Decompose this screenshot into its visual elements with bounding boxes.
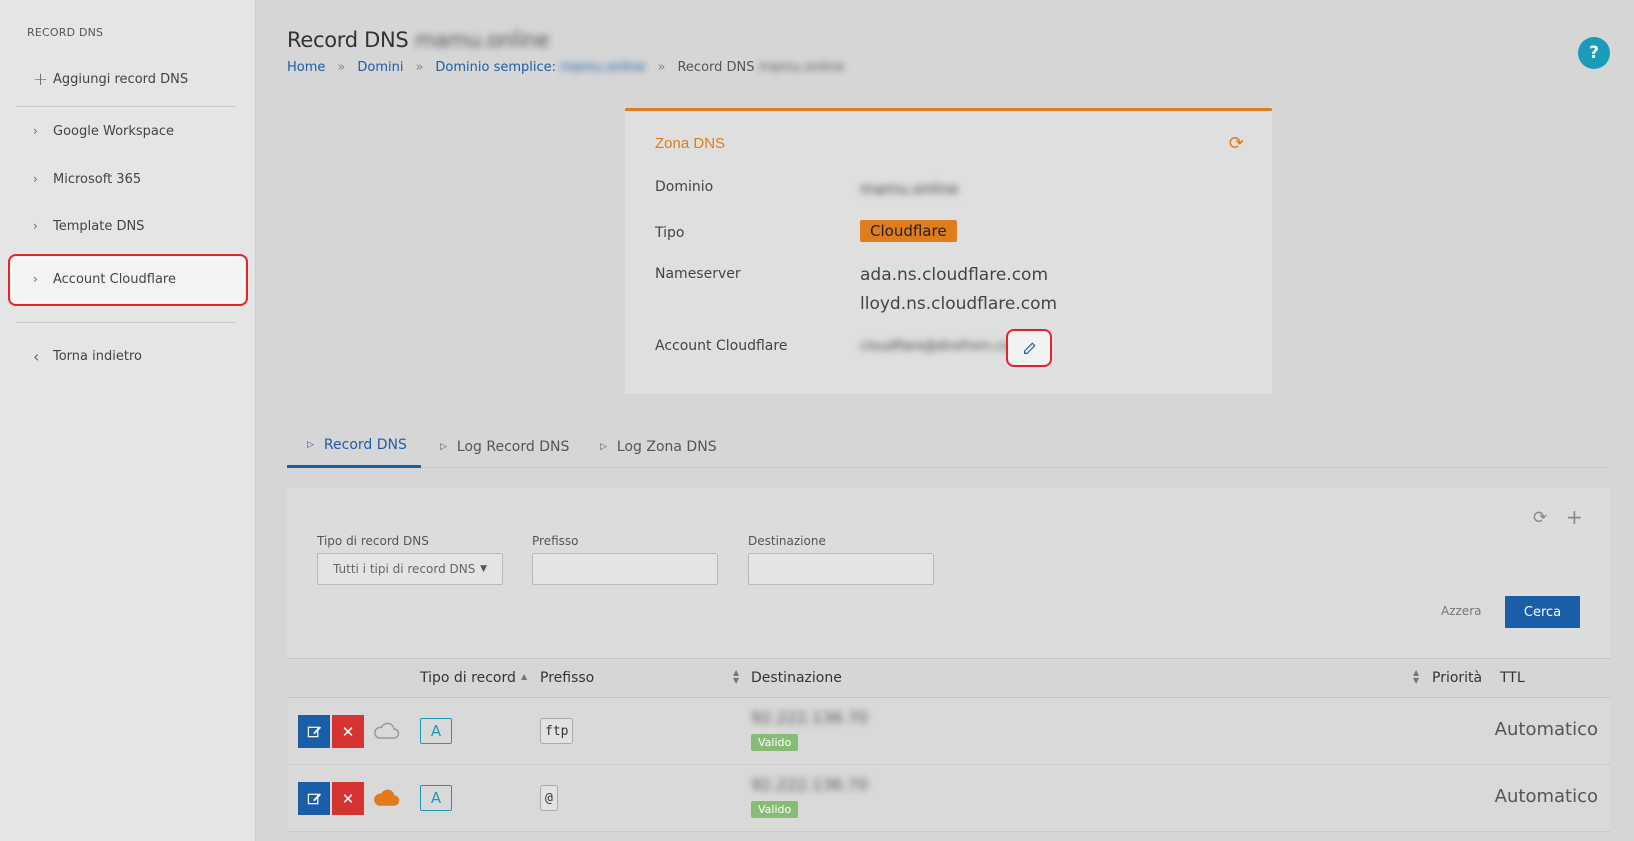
triangle-right-icon: ▷	[440, 441, 447, 452]
sidebar-item-back[interactable]: ‹ Torna indietro	[16, 333, 236, 379]
breadcrumb-current: Record DNS mamu.online	[677, 60, 844, 75]
sidebar-item-add-record[interactable]: + Aggiungi record DNS	[16, 56, 236, 102]
zone-account-label: Account Cloudflare	[655, 338, 788, 354]
edit-icon	[307, 793, 321, 805]
record-prefix: @	[540, 785, 558, 811]
table-row: ✕ A ftp 92.222.136.70 Valido Automatico	[287, 698, 1610, 765]
sidebar: RECORD DNS + Aggiungi record DNS › Googl…	[0, 0, 256, 841]
chevron-right-icon: ›	[33, 172, 38, 186]
chevron-right-icon: ›	[33, 272, 38, 286]
edit-record-button[interactable]	[298, 782, 330, 815]
sidebar-divider	[16, 322, 236, 323]
sidebar-item-template-dns[interactable]: › Template DNS	[16, 203, 236, 249]
nameserver-1: ada.ns.cloudflare.com	[860, 265, 1049, 285]
chevron-right-icon: ›	[33, 219, 38, 233]
refresh-icon[interactable]: ⟳	[1533, 508, 1547, 528]
triangle-right-icon: ▷	[307, 440, 314, 450]
refresh-icon[interactable]: ⟳	[1229, 133, 1244, 154]
record-prefix: ftp	[540, 718, 574, 744]
search-button[interactable]: Cerca	[1505, 596, 1580, 628]
record-type-filter-label: Tipo di record DNS	[317, 534, 429, 548]
edit-account-button[interactable]	[1006, 329, 1052, 367]
pencil-icon	[1023, 341, 1036, 354]
caret-down-icon: ▼	[480, 564, 487, 574]
zone-type-badge: Cloudflare	[860, 220, 957, 242]
records-table: Tipo di record ▲ Prefisso ▲ ▼ Destinazion…	[287, 658, 1610, 832]
breadcrumb: Home » Domini » Dominio semplice: mamu.o…	[287, 60, 844, 75]
record-ttl: Automatico	[1494, 786, 1598, 807]
sidebar-heading: RECORD DNS	[27, 26, 104, 39]
triangle-right-icon: ▷	[600, 441, 607, 452]
tabs: ▷ Record DNS ▷ Log Record DNS ▷ Log Zona…	[287, 425, 1610, 468]
sidebar-item-label: Template DNS	[53, 218, 145, 234]
record-destination: 92.222.136.70	[751, 708, 869, 727]
tab-log-record-dns[interactable]: ▷ Log Record DNS	[440, 425, 569, 468]
edit-icon	[307, 726, 321, 738]
tab-log-zona-dns[interactable]: ▷ Log Zona DNS	[600, 425, 717, 468]
destination-filter-label: Destinazione	[748, 534, 826, 548]
sidebar-divider	[16, 106, 236, 107]
record-type-badge: A	[420, 785, 452, 811]
filter-panel: ⟳ + Tipo di record DNS Tutti i tipi di r…	[287, 488, 1610, 658]
sidebar-item-label: Aggiungi record DNS	[53, 71, 189, 87]
column-header-type[interactable]: Tipo di record	[420, 670, 516, 686]
status-badge: Valido	[751, 801, 799, 818]
breadcrumb-domains[interactable]: Domini	[357, 60, 403, 75]
table-row: ✕ A @ 92.222.136.70 Valido Automatico	[287, 765, 1610, 832]
zone-nameserver-label: Nameserver	[655, 266, 741, 282]
table-header: Tipo di record ▲ Prefisso ▲ ▼ Destinazion…	[287, 658, 1610, 698]
close-icon: ✕	[341, 722, 355, 741]
record-type-badge: A	[420, 718, 452, 744]
column-header-ttl[interactable]: TTL	[1500, 670, 1525, 686]
breadcrumb-simple-domain[interactable]: Dominio semplice: mamu.online	[435, 60, 645, 75]
edit-record-button[interactable]	[298, 715, 330, 748]
record-ttl: Automatico	[1494, 719, 1598, 740]
sidebar-item-label: Google Workspace	[53, 123, 175, 139]
column-header-prefix[interactable]: Prefisso	[540, 670, 594, 686]
status-badge: Valido	[751, 734, 799, 751]
zone-account-value: cloudflare@dnsfrom.com	[860, 339, 1023, 354]
zone-domain-label: Dominio	[655, 179, 714, 195]
sort-asc-icon[interactable]: ▲	[521, 673, 527, 681]
prefix-filter-label: Prefisso	[532, 534, 579, 548]
sidebar-item-google-workspace[interactable]: › Google Workspace	[16, 108, 236, 154]
zone-domain-value: mamu.online	[860, 180, 959, 198]
zone-type-label: Tipo	[655, 225, 685, 241]
prefix-input[interactable]	[532, 553, 718, 585]
tab-record-dns[interactable]: ▷ Record DNS	[287, 425, 421, 468]
dns-zone-card: Zona DNS ⟳ Dominio mamu.online Tipo Clou…	[625, 108, 1272, 394]
chevron-left-icon: ‹	[33, 346, 40, 366]
sidebar-item-microsoft-365[interactable]: › Microsoft 365	[16, 156, 236, 202]
reset-button[interactable]: Azzera	[1441, 604, 1481, 618]
zone-title: Zona DNS	[655, 135, 726, 152]
sidebar-item-label: Microsoft 365	[53, 171, 142, 187]
plus-icon: +	[33, 68, 49, 90]
add-record-icon[interactable]: +	[1566, 505, 1583, 529]
chevron-right-icon: ›	[33, 124, 38, 138]
delete-record-button[interactable]: ✕	[332, 715, 364, 748]
record-type-select[interactable]: Tutti i tipi di record DNS ▼	[317, 553, 503, 585]
sidebar-item-label: Account Cloudflare	[53, 271, 176, 287]
record-destination: 92.222.136.70	[751, 775, 869, 794]
question-icon: ?	[1589, 43, 1599, 63]
sidebar-item-label: Torna indietro	[53, 348, 142, 364]
delete-record-button[interactable]: ✕	[332, 782, 364, 815]
destination-input[interactable]	[748, 553, 934, 585]
close-icon: ✕	[341, 789, 355, 808]
sort-icon[interactable]: ▲ ▼	[733, 669, 739, 685]
help-button[interactable]: ?	[1578, 37, 1610, 69]
sort-icon[interactable]: ▲ ▼	[1413, 669, 1419, 685]
sidebar-item-account-cloudflare[interactable]: › Account Cloudflare	[16, 256, 236, 302]
page-title: Record DNS mamu.online	[287, 28, 550, 52]
cloud-outline-icon[interactable]	[372, 718, 400, 744]
column-header-priority[interactable]: Priorità	[1432, 670, 1482, 686]
breadcrumb-home[interactable]: Home	[287, 60, 325, 75]
page-title-domain: mamu.online	[414, 28, 550, 52]
column-header-destination[interactable]: Destinazione	[751, 670, 842, 686]
nameserver-2: lloyd.ns.cloudflare.com	[860, 294, 1058, 314]
cloud-proxied-icon[interactable]	[372, 785, 400, 811]
